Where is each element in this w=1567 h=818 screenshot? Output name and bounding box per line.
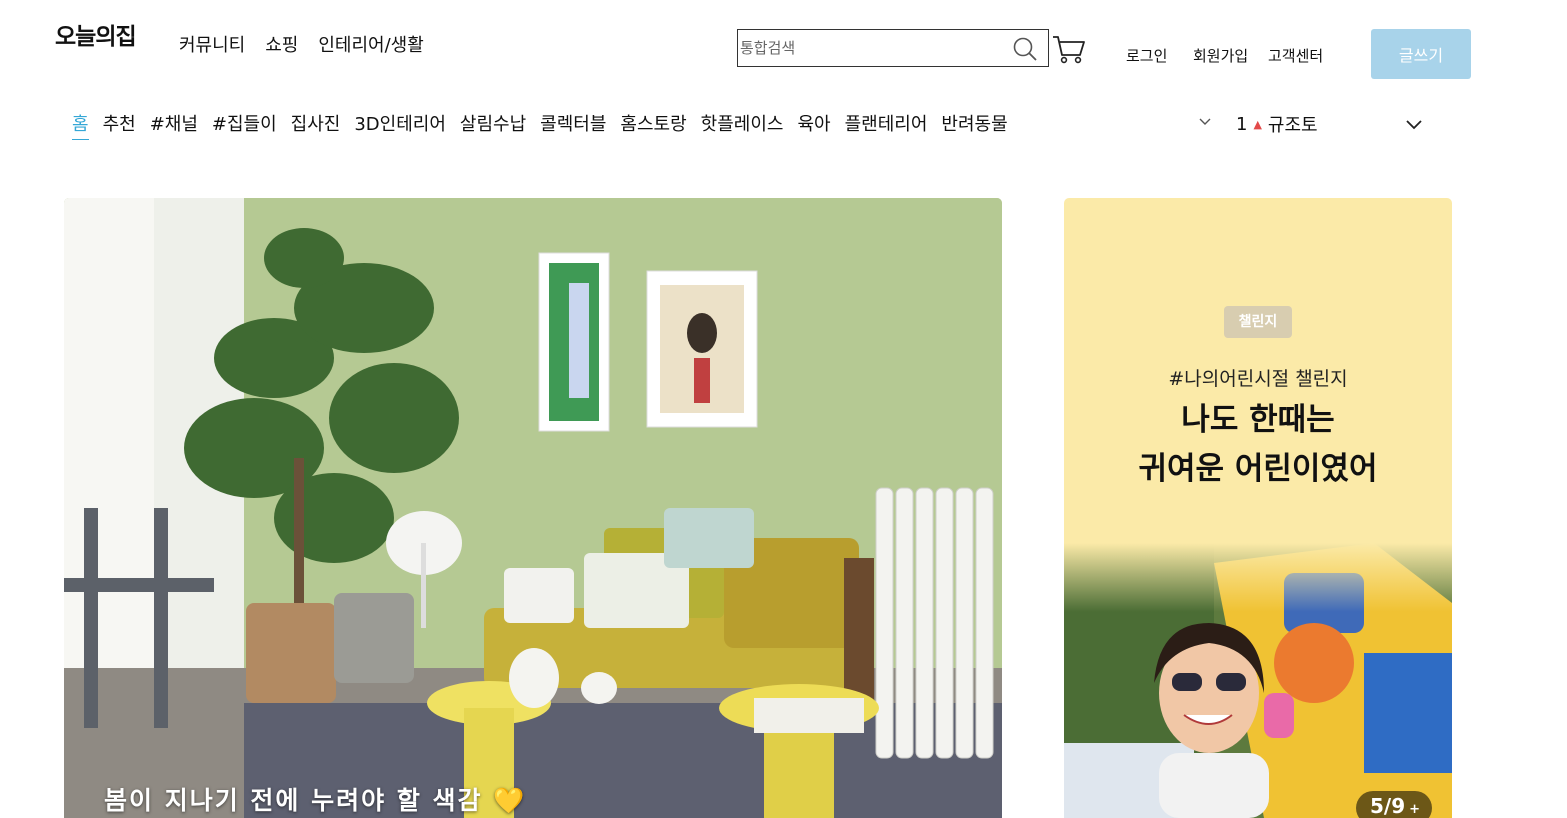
tab-home[interactable]: 홈 (72, 110, 89, 140)
banner-title: 나도 한때는 귀여운 어린이였어 (1064, 396, 1452, 494)
banner-subtitle: #나의어린시절 챌린지 (1168, 368, 1348, 390)
challenge-banner[interactable]: 챌린지 #나의어린시절 챌린지 나도 한때는 귀여운 어린이였어 5/9 + (1064, 198, 1452, 818)
yellow-heart-icon: 💛 (493, 786, 527, 815)
tab-parenting[interactable]: 육아 (797, 110, 830, 140)
tab-collectable[interactable]: 콜렉터블 (540, 110, 606, 140)
nav-shopping[interactable]: 쇼핑 (265, 31, 298, 57)
challenge-badge: 챌린지 (1224, 306, 1292, 338)
trending-keyword-label: 규조토 (1267, 115, 1318, 136)
tab-recommend[interactable]: 추천 (103, 110, 136, 140)
tab-house-photos[interactable]: 집사진 (291, 110, 341, 140)
tab-pets[interactable]: 반려동물 (941, 110, 1007, 140)
write-button[interactable]: 글쓰기 (1371, 29, 1471, 79)
banner-title-line1: 나도 한때는 (1181, 402, 1335, 438)
living-room-photo (64, 198, 1002, 818)
hero-story-card[interactable]: 봄이 지나기 전에 누려야 할 색감 💛 (64, 198, 1002, 818)
tab-homestaurant[interactable]: 홈스토랑 (620, 110, 686, 140)
childhood-photo (1064, 543, 1452, 818)
logo[interactable]: 오늘의집 (55, 17, 137, 51)
search-icon[interactable] (1012, 36, 1038, 62)
tab-storage[interactable]: 살림수납 (460, 110, 526, 140)
tab-housewarming[interactable]: #집들이 (212, 110, 277, 140)
login-link[interactable]: 로그인 (1126, 45, 1167, 66)
banner-pager[interactable]: 5/9 + (1356, 791, 1432, 818)
trending-keyword[interactable]: 1 ▲ 규조토 (1236, 111, 1318, 137)
search-input[interactable] (738, 30, 1008, 66)
pager-count: 5/9 (1370, 794, 1406, 818)
support-link[interactable]: 고객센터 (1268, 45, 1323, 66)
cart-icon[interactable] (1052, 33, 1086, 65)
chevron-down-icon[interactable] (1197, 114, 1213, 128)
hero-caption: 봄이 지나기 전에 누려야 할 색감 💛 (104, 784, 526, 818)
hero-caption-text: 봄이 지나기 전에 누려야 할 색감 (104, 786, 483, 815)
tab-hotplace[interactable]: 핫플레이스 (701, 110, 784, 140)
trending-rank: 1 (1236, 113, 1248, 135)
tab-3d-interior[interactable]: 3D인테리어 (354, 110, 446, 140)
tab-channel[interactable]: #채널 (150, 110, 198, 140)
banner-title-line2: 귀여운 어린이였어 (1138, 451, 1378, 487)
chevron-down-icon[interactable] (1404, 118, 1424, 132)
nav-community[interactable]: 커뮤니티 (179, 31, 245, 57)
search-box (737, 29, 1049, 67)
category-tabs: 홈 추천 #채널 #집들이 집사진 3D인테리어 살림수납 콜렉터블 홈스토랑 … (72, 110, 1008, 140)
nav-interior-life[interactable]: 인테리어/생활 (318, 31, 423, 57)
trend-up-icon: ▲ (1253, 117, 1262, 131)
tab-planterior[interactable]: 플랜테리어 (845, 110, 928, 140)
plus-icon: + (1409, 802, 1421, 817)
signup-link[interactable]: 회원가입 (1193, 45, 1248, 66)
main-nav: 커뮤니티 쇼핑 인테리어/생활 (179, 31, 424, 57)
